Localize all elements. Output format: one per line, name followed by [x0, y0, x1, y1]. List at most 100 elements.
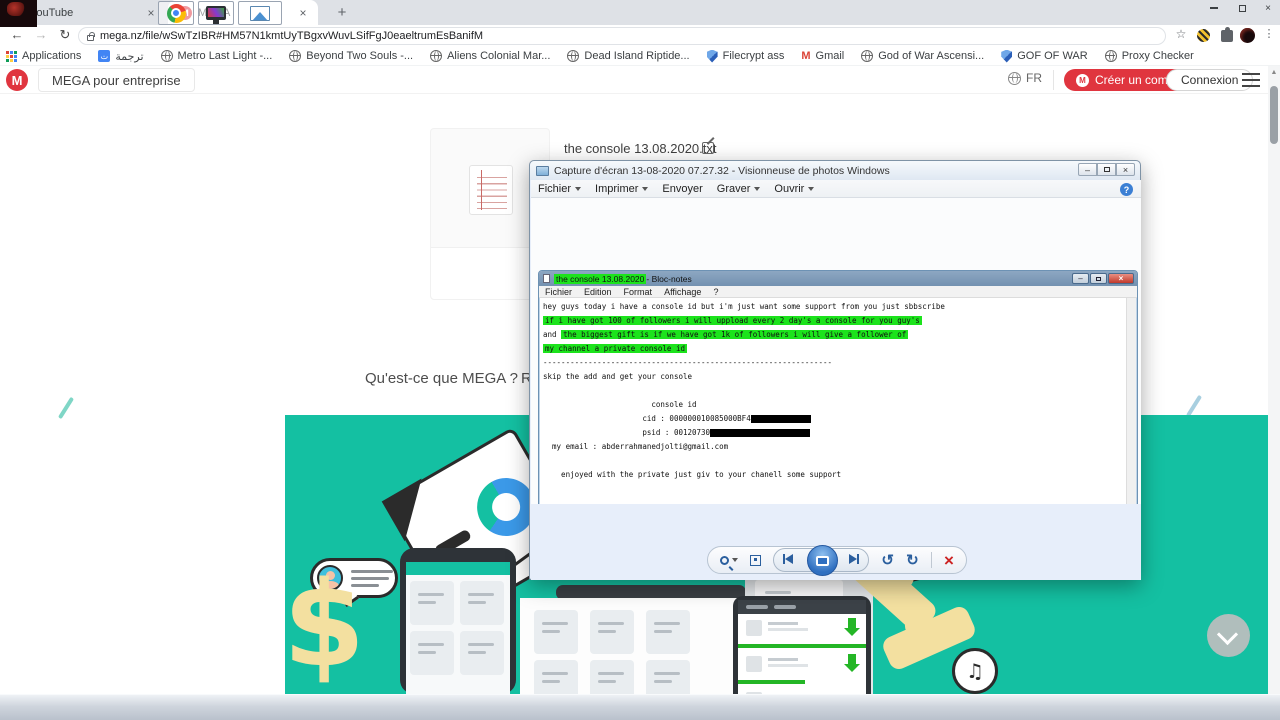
- back-icon[interactable]: ←: [8, 27, 26, 42]
- hamburger-menu-icon[interactable]: [1242, 73, 1260, 87]
- forward-icon[interactable]: →: [32, 27, 50, 42]
- url-text[interactable]: mega.nz/file/wSwTzIBR#HM57N1kmtUyTBgxvWu…: [100, 30, 483, 42]
- slideshow-button[interactable]: [807, 545, 839, 576]
- window-restore-button[interactable]: [1234, 2, 1250, 14]
- notepad-line: my email : abderrahmanedjolti@gmail.com: [543, 442, 729, 451]
- tab-youtube[interactable]: YouTube ×: [20, 0, 166, 25]
- viewer-close-button[interactable]: ×: [1116, 163, 1135, 176]
- bookmark-item[interactable]: God of War Ascensi...: [861, 50, 984, 62]
- taskbar-chrome-button[interactable]: [158, 1, 194, 25]
- restore-icon: [1238, 4, 1246, 12]
- close-icon[interactable]: ×: [144, 6, 158, 20]
- profile-avatar[interactable]: [1240, 28, 1255, 43]
- notepad-maximize-button: [1090, 273, 1107, 284]
- menu-imprimer[interactable]: Imprimer: [588, 183, 655, 195]
- bookmark-item[interactable]: GOF OF WAR: [1001, 49, 1088, 63]
- facecam-overlay: [0, 0, 37, 27]
- globe-icon: [289, 50, 302, 62]
- notepad-menubar: Fichier Edition Format Affichage ?: [539, 286, 1137, 298]
- notepad-title-app: - Bloc-notes: [646, 273, 692, 284]
- toolbar-divider: [930, 552, 932, 568]
- login-button[interactable]: Connexion: [1166, 69, 1254, 91]
- file-name: the console 13.08.2020.txt: [564, 141, 717, 156]
- previous-button[interactable]: [783, 551, 794, 569]
- rotate-ccw-button[interactable]: ↺: [881, 553, 894, 568]
- viewer-minimize-button[interactable]: –: [1078, 163, 1097, 176]
- photo-viewer-footer: ↺ ↻ ×: [531, 504, 1141, 580]
- phone-illustration: [400, 548, 516, 694]
- language-selector[interactable]: FR: [1008, 71, 1042, 85]
- bookmark-translate[interactable]: ت ترجمة: [98, 50, 144, 63]
- bookmark-item[interactable]: Dead Island Riptide...: [567, 50, 690, 62]
- globe-icon: [567, 50, 580, 62]
- viewer-maximize-button[interactable]: [1097, 163, 1116, 176]
- address-bar[interactable]: mega.nz/file/wSwTzIBR#HM57N1kmtUyTBgxvWu…: [78, 27, 1166, 45]
- decorative-slash-left: [57, 396, 75, 420]
- window-minimize-button[interactable]: [1206, 2, 1222, 14]
- new-tab-button[interactable]: +: [330, 3, 354, 22]
- rotate-cw-button[interactable]: ↻: [906, 553, 919, 568]
- menu-graver[interactable]: Graver: [710, 183, 768, 195]
- photo-viewer-titlebar[interactable]: Capture d'écran 13-08-2020 07.27.32 - Vi…: [530, 161, 1140, 180]
- minimize-icon: [1210, 7, 1218, 9]
- edit-icon[interactable]: [702, 142, 714, 154]
- translate-icon: ت: [98, 50, 111, 62]
- notepad-line: my channel a private console id: [543, 344, 687, 353]
- tab-title: YouTube: [30, 6, 74, 19]
- close-icon[interactable]: ×: [296, 6, 310, 20]
- scrollbar-thumb[interactable]: [1270, 86, 1278, 144]
- download-arrow-icon: [844, 618, 860, 636]
- globe-icon: [1008, 71, 1021, 85]
- enterprise-button[interactable]: MEGA pour entreprise: [38, 68, 195, 92]
- mega-question-text: Qu'est-ce que MEGA ?: [365, 370, 518, 387]
- zoom-button[interactable]: [720, 555, 738, 565]
- fit-to-window-button[interactable]: [750, 554, 762, 566]
- magnifier-icon: [720, 555, 729, 565]
- notepad-line: if i have got 100 of followers i will up…: [543, 316, 922, 325]
- lock-icon: [87, 31, 95, 41]
- page-scrollbar[interactable]: [1268, 66, 1280, 694]
- window-close-button[interactable]: ×: [1260, 2, 1276, 14]
- globe-icon: [160, 50, 173, 62]
- globe-icon: [861, 50, 874, 62]
- bookmarks-bar: Applications ت ترجمة Metro Last Light -.…: [0, 47, 1280, 66]
- reload-icon[interactable]: ↻: [56, 27, 74, 43]
- help-icon[interactable]: ?: [1120, 183, 1133, 196]
- redaction-bar: [710, 429, 811, 437]
- photo-viewer-toolbar: ↺ ↻ ×: [707, 545, 967, 576]
- bookmark-gmail[interactable]: M Gmail: [801, 50, 844, 62]
- scrollbar-up-arrow[interactable]: ▲: [1269, 69, 1279, 76]
- bookmark-item[interactable]: Metro Last Light -...: [160, 50, 272, 62]
- gmail-icon: M: [801, 50, 811, 62]
- header-divider: [1053, 70, 1054, 90]
- menu-fichier[interactable]: Fichier: [531, 183, 588, 195]
- bookmark-applications[interactable]: Applications: [6, 50, 81, 62]
- bookmark-item[interactable]: Beyond Two Souls -...: [289, 50, 413, 62]
- menu-ouvrir[interactable]: Ouvrir: [767, 183, 821, 195]
- bookmark-item[interactable]: Aliens Colonial Mar...: [430, 50, 550, 62]
- notepad-close-button: ×: [1108, 273, 1134, 284]
- browser-menu-icon[interactable]: ⋮: [1260, 27, 1278, 40]
- taskbar-photo-viewer-button[interactable]: [238, 1, 282, 25]
- extensions-puzzle-icon[interactable]: [1221, 27, 1233, 42]
- window-title: Capture d'écran 13-08-2020 07.27.32 - Vi…: [554, 164, 890, 177]
- menu-envoyer[interactable]: Envoyer: [655, 183, 709, 195]
- mega-m-icon: M: [1076, 73, 1089, 87]
- scroll-down-button[interactable]: [1207, 614, 1250, 657]
- decorative-slash-right: [1185, 394, 1203, 418]
- navigation-group: [773, 545, 870, 576]
- bee-extension-icon[interactable]: [1197, 29, 1210, 42]
- taskbar-recorder-button[interactable]: [198, 1, 234, 25]
- delete-button[interactable]: ×: [944, 552, 954, 569]
- bookmark-star-icon[interactable]: ☆: [1172, 27, 1190, 41]
- photo-viewer-window: Capture d'écran 13-08-2020 07.27.32 - Vi…: [529, 160, 1141, 580]
- globe-icon: [430, 50, 443, 62]
- mega-logo[interactable]: M: [6, 69, 28, 91]
- notepad-line: psid : 00120730: [543, 426, 1128, 440]
- next-button[interactable]: [849, 551, 860, 569]
- bookmark-item[interactable]: Filecrypt ass: [706, 49, 784, 63]
- bookmark-item[interactable]: Proxy Checker: [1104, 50, 1194, 62]
- chrome-icon: [166, 3, 186, 23]
- notepad-line: cid : 000000010085000BF4: [543, 412, 1128, 426]
- desktop: YouTube × M MEGA × + × ← → ↻ mega.nz/fil…: [0, 0, 1280, 720]
